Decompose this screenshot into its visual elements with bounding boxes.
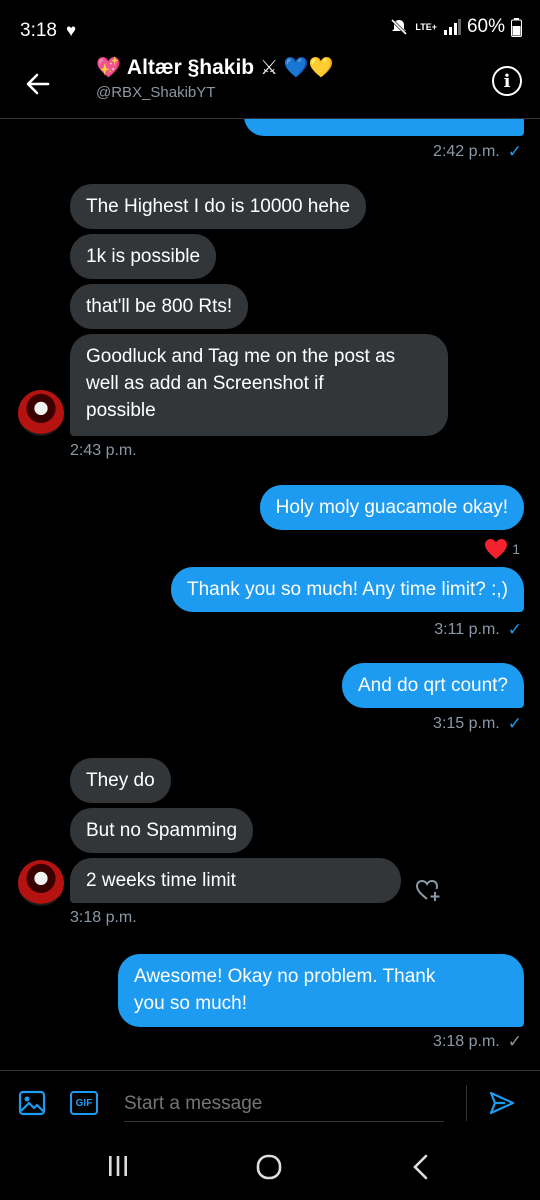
- user-handle: @RBX_ShakibYT: [96, 84, 216, 101]
- composer-divider: [466, 1085, 467, 1121]
- message-timestamp: 3:18 p.m.: [70, 909, 137, 926]
- message-bubble-in[interactable]: Goodluck and Tag me on the post as well …: [70, 334, 448, 436]
- sent-check-icon: ✓: [507, 1032, 522, 1051]
- message-bubble-in[interactable]: 2 weeks time limit: [70, 858, 401, 903]
- send-icon[interactable]: [488, 1089, 516, 1117]
- message-bubble-out[interactable]: And do qrt count?: [342, 663, 524, 708]
- info-icon[interactable]: i: [492, 66, 522, 96]
- message-timestamp: 2:43 p.m.: [70, 442, 137, 459]
- read-check-icon: ✓: [507, 142, 522, 161]
- sword-hearts-emoji: ⚔ 💙💛: [260, 57, 334, 79]
- message-bubble-out[interactable]: Thank you so much! Any time limit? :,): [170, 567, 524, 612]
- conversation-thread[interactable]: 2:42 p.m. ✓ The Highest I do is 10000 heh…: [0, 0, 540, 1070]
- add-reaction-icon[interactable]: [414, 876, 442, 904]
- message-bubble-out[interactable]: Holy moly guacamole okay!: [259, 485, 524, 530]
- reaction-count: 1: [512, 541, 520, 557]
- message-reaction[interactable]: 1: [484, 538, 520, 560]
- message-bubble-out[interactable]: Awesome! Okay no problem. Thank you so m…: [118, 954, 524, 1027]
- message-bubble-in[interactable]: 1k is possible: [70, 234, 217, 279]
- sender-avatar[interactable]: [18, 860, 64, 906]
- home-icon[interactable]: [256, 1154, 282, 1180]
- recents-icon[interactable]: [106, 1154, 130, 1178]
- message-bubble-in[interactable]: The Highest I do is 10000 hehe: [70, 184, 367, 229]
- message-composer: GIF: [0, 1070, 540, 1133]
- system-navigation-bar: [0, 1132, 540, 1200]
- message-timestamp: 3:18 p.m. ✓: [433, 1032, 522, 1051]
- sender-avatar[interactable]: [18, 390, 64, 436]
- conversation-header: 💖 Altær §hakib ⚔ 💙💛 @RBX_ShakibYT i: [0, 56, 540, 119]
- header-title[interactable]: 💖 Altær §hakib ⚔ 💙💛: [96, 56, 333, 80]
- gif-icon[interactable]: GIF: [70, 1091, 98, 1115]
- message-bubble-in[interactable]: They do: [70, 758, 171, 803]
- read-check-icon: ✓: [507, 714, 522, 733]
- message-timestamp: 2:42 p.m. ✓: [433, 142, 522, 161]
- back-icon[interactable]: [410, 1154, 432, 1180]
- sparkle-heart-emoji: 💖: [96, 57, 121, 79]
- message-bubble-in[interactable]: But no Spamming: [70, 808, 254, 853]
- read-check-icon: ✓: [507, 620, 522, 639]
- heart-reaction-icon: [485, 539, 508, 559]
- message-bubble-in[interactable]: that'll be 800 Rts!: [70, 284, 249, 329]
- message-timestamp: 3:11 p.m. ✓: [434, 620, 522, 639]
- image-icon[interactable]: [18, 1089, 46, 1117]
- message-input[interactable]: [124, 1087, 444, 1122]
- back-arrow-icon[interactable]: [22, 68, 54, 100]
- message-timestamp: 3:15 p.m. ✓: [433, 714, 522, 733]
- display-name: Altær §hakib: [126, 56, 255, 79]
